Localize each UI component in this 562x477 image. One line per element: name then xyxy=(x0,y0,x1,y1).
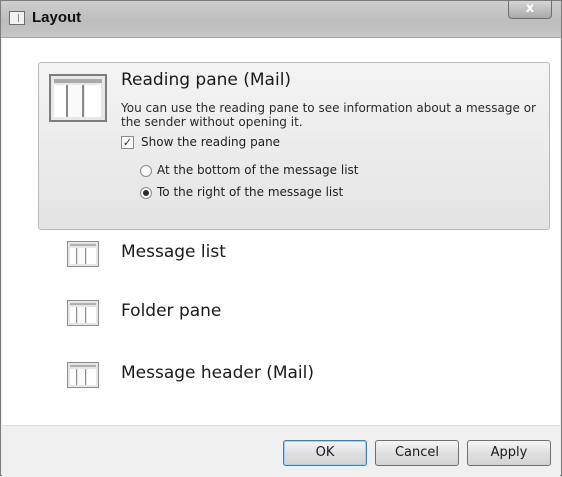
reading-pane-description: You can use the reading pane to see info… xyxy=(121,101,536,129)
layout-item-label: Folder pane xyxy=(121,301,222,321)
close-button[interactable]: x xyxy=(508,1,552,19)
layout-icon xyxy=(67,362,99,388)
layout-item-folder-pane[interactable]: Folder pane xyxy=(65,295,485,335)
button-bar: OK Cancel Apply xyxy=(2,425,560,477)
radio-bottom-label[interactable]: At the bottom of the message list xyxy=(157,163,359,177)
layout-icon xyxy=(67,241,99,267)
apply-button[interactable]: Apply xyxy=(467,440,551,466)
radio-right[interactable] xyxy=(140,187,152,199)
layout-item-message-list[interactable]: Message list xyxy=(65,236,485,276)
layout-item-label: Message list xyxy=(121,242,226,262)
layout-item-message-header[interactable]: Message header (Mail) xyxy=(65,357,485,397)
layout-dialog: Layout x Reading pane (Mail) You can use… xyxy=(0,0,562,477)
reading-pane-layout-icon xyxy=(49,74,107,122)
layout-icon xyxy=(67,300,99,326)
window-title: Layout xyxy=(32,9,82,26)
dialog-body: Reading pane (Mail) You can use the read… xyxy=(2,38,560,475)
reading-pane-section[interactable]: Reading pane (Mail) You can use the read… xyxy=(38,62,550,230)
ok-button[interactable]: OK xyxy=(283,440,367,466)
radio-right-label[interactable]: To the right of the message list xyxy=(157,185,343,199)
show-reading-pane-checkbox[interactable]: ✓ xyxy=(121,136,134,149)
title-bar[interactable]: Layout x xyxy=(1,1,561,38)
layout-item-label: Message header (Mail) xyxy=(121,363,315,383)
radio-bottom[interactable] xyxy=(140,165,152,177)
reading-pane-title: Reading pane (Mail) xyxy=(121,70,292,90)
cancel-button[interactable]: Cancel xyxy=(375,440,459,466)
show-reading-pane-label[interactable]: Show the reading pane xyxy=(141,135,280,149)
window-icon xyxy=(9,11,25,25)
